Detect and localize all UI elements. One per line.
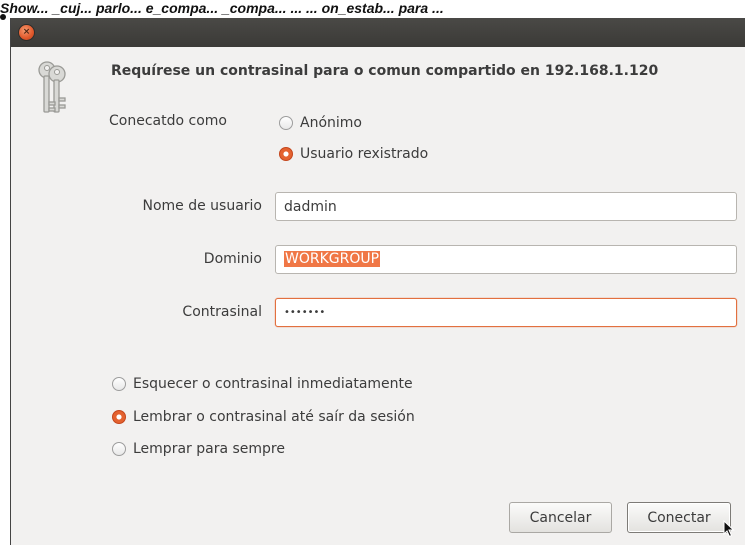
domain-label: Dominio [203,251,262,267]
bullet-marker [0,14,6,20]
window-titlebar: × [11,18,745,47]
close-window-button[interactable]: × [19,25,34,40]
keys-icon [38,61,66,113]
password-dialog: × Requírese un contrasinal para o comun … [10,18,745,545]
radio-label: Anónimo [300,115,362,131]
domain-input[interactable]: WORKGROUP [275,245,737,274]
radio-button[interactable] [112,377,126,391]
radio-label: Usuario rexistrado [300,146,429,162]
radio-button[interactable] [279,116,293,130]
cancel-button[interactable]: Cancelar [509,502,612,533]
password-input[interactable]: ••••••• [275,298,737,327]
radio-forget-immediately[interactable]: Esquecer o contrasinal inmediatamente [112,376,413,392]
radio-label: Esquecer o contrasinal inmediatamente [133,376,413,392]
radio-remember-session[interactable]: Lembrar o contrasinal até saír da sesión [112,409,415,425]
mouse-pointer-icon [723,520,735,538]
connect-as-label: Conecatdo como [109,113,227,129]
radio-button-selected[interactable] [279,147,293,161]
password-mask: ••••••• [284,307,326,318]
password-label: Contrasinal [182,304,262,320]
connect-button[interactable]: Conectar [627,502,731,533]
radio-remember-forever[interactable]: Lemprar para sempre [112,441,285,457]
close-icon: × [22,27,31,37]
radio-button-selected[interactable] [112,410,126,424]
page-caption: Show... _cuj... parlo... e_compa... _com… [0,0,444,16]
username-input[interactable] [275,192,737,221]
dialog-heading: Requírese un contrasinal para o comun co… [111,63,659,79]
domain-value-selected: WORKGROUP [284,251,381,267]
radio-registered-user[interactable]: Usuario rexistrado [279,146,428,162]
radio-label: Lembrar o contrasinal até saír da sesión [133,409,415,425]
radio-label: Lemprar para sempre [133,441,285,457]
radio-button[interactable] [112,442,126,456]
username-label: Nome de usuario [142,198,262,214]
radio-anonymous[interactable]: Anónimo [279,115,362,131]
